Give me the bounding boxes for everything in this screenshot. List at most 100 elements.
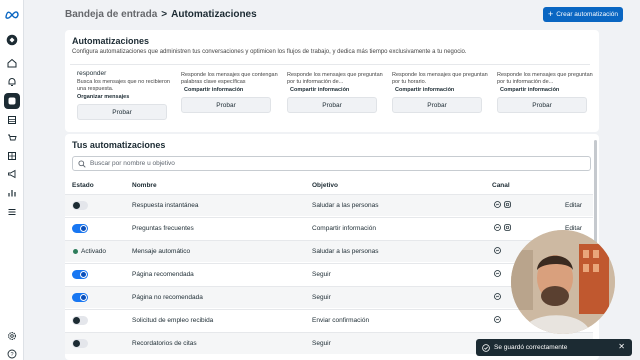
toast-message: Se guardó correctamente <box>494 344 568 351</box>
search-input[interactable]: Buscar por nombre u objetivo <box>72 156 591 171</box>
automation-goal: Saludar a las personas <box>312 202 379 209</box>
template-tag: Compartir información <box>184 87 244 93</box>
column-estado: Estado <box>72 182 94 189</box>
column-objetivo: Objetivo <box>312 182 339 189</box>
active-status-dot <box>73 249 78 254</box>
template-description: Responde los mensajes que preguntan por … <box>497 72 593 85</box>
search-placeholder: Buscar por nombre u objetivo <box>90 160 175 167</box>
table-row[interactable]: Respuesta instantánea Saludar a las pers… <box>65 194 593 216</box>
instagram-icon <box>504 224 511 231</box>
channels <box>494 247 501 254</box>
your-automations-card: Tus automatizaciones Buscar por nombre u… <box>65 134 599 360</box>
create-automation-label: Crear automatización <box>556 11 619 18</box>
channels <box>494 293 501 300</box>
menu-icon[interactable] <box>4 204 20 220</box>
inbox-icon[interactable] <box>4 93 20 109</box>
template-card[interactable]: Responde los mensajes que contengan pala… <box>181 70 279 113</box>
status-toggle[interactable] <box>72 316 88 325</box>
check-circle-icon <box>482 343 490 352</box>
channels <box>494 224 511 231</box>
help-icon[interactable]: ? <box>4 346 20 360</box>
table-header: Estado Nombre Objetivo Canal <box>65 182 599 194</box>
messenger-icon <box>494 270 501 277</box>
status-toggle[interactable] <box>72 339 88 348</box>
top-bar: Bandeja de entrada > Automatizaciones + Cr… <box>24 0 640 30</box>
ads-megaphone-icon[interactable] <box>4 166 20 182</box>
page-title: Automatizaciones <box>171 9 257 20</box>
breadcrumb-parent[interactable]: Bandeja de entrada <box>65 9 157 20</box>
svg-text:?: ? <box>10 352 13 358</box>
template-tag: Compartir información <box>290 87 350 93</box>
plus-icon: + <box>547 9 554 19</box>
template-description: Responde los mensajes que preguntan por … <box>392 72 488 85</box>
channels <box>494 270 501 277</box>
breadcrumb: Bandeja de entrada > Automatizaciones <box>65 9 257 20</box>
home-icon[interactable] <box>4 55 20 71</box>
meta-business-icon[interactable] <box>4 32 20 48</box>
try-button[interactable]: Probar <box>392 97 482 113</box>
status-toggle[interactable] <box>72 270 88 279</box>
edit-link[interactable]: Editar <box>565 202 582 209</box>
automations-title: Tus automatizaciones <box>72 140 166 150</box>
posts-icon[interactable] <box>4 112 20 128</box>
webcam-overlay <box>511 230 615 334</box>
grid-icon[interactable] <box>4 148 20 164</box>
status-toggle[interactable] <box>72 201 88 210</box>
template-name: responder <box>77 70 107 77</box>
automation-goal: Enviar confirmación <box>312 317 370 324</box>
success-toast: Se guardó correctamente ✕ <box>476 339 632 356</box>
cart-icon[interactable] <box>4 130 20 146</box>
column-canal: Canal <box>492 182 510 189</box>
automation-goal: Seguir <box>312 340 331 347</box>
automation-goal: Seguir <box>312 271 331 278</box>
automation-goal: Compartir información <box>312 225 376 232</box>
try-button[interactable]: Probar <box>181 97 271 113</box>
template-card[interactable]: Responde los mensajes que preguntan por … <box>287 70 385 113</box>
channels <box>494 316 501 323</box>
table-row[interactable]: Activado Mensaje automático Saludar a la… <box>65 240 593 262</box>
close-icon[interactable]: ✕ <box>618 342 625 351</box>
try-button[interactable]: Probar <box>497 97 587 113</box>
messenger-icon <box>494 201 501 208</box>
template-tag: Organizar mensajes <box>77 94 130 100</box>
template-tag: Compartir información <box>500 87 560 93</box>
template-description: Responde los mensajes que contengan pala… <box>181 72 278 85</box>
breadcrumb-separator: > <box>161 9 168 20</box>
automation-templates-card: Automatizaciones Configura automatizacio… <box>65 30 599 132</box>
template-tag: Compartir información <box>395 87 455 93</box>
meta-logo-icon[interactable] <box>4 6 20 22</box>
automation-name: Recordatorios de citas <box>132 340 197 347</box>
templates-carousel[interactable]: responder Busca los mensajes que no reci… <box>70 64 593 120</box>
create-automation-button[interactable]: + Crear automatización <box>543 7 623 22</box>
messenger-icon <box>494 224 501 231</box>
template-description: Busca los mensajes que no recibieron una… <box>77 79 170 92</box>
template-card[interactable]: responder Busca los mensajes que no reci… <box>77 70 175 120</box>
automation-name: Preguntas frecuentes <box>132 225 194 232</box>
automation-name: Página recomendada <box>132 271 194 278</box>
messenger-icon <box>494 293 501 300</box>
left-nav-rail: ? <box>0 0 24 360</box>
automation-name: Respuesta instantánea <box>132 202 199 209</box>
status-toggle[interactable] <box>72 293 88 302</box>
template-card[interactable]: Responde los mensajes que preguntan por … <box>392 70 490 113</box>
automation-name: Mensaje automático <box>132 248 191 255</box>
table-row[interactable]: Solicitud de empleo recibida Enviar conf… <box>65 309 593 331</box>
column-nombre: Nombre <box>132 182 157 189</box>
notifications-icon[interactable] <box>4 74 20 90</box>
template-card[interactable]: Responde los mensajes que preguntan por … <box>497 70 595 113</box>
status-label: Activado <box>81 248 106 255</box>
table-row[interactable]: Preguntas frecuentes Compartir informaci… <box>65 217 593 239</box>
settings-gear-icon[interactable] <box>4 328 20 344</box>
templates-description: Configura automatizaciones que administr… <box>72 49 467 55</box>
automation-name: Página no recomendada <box>132 294 203 301</box>
messenger-icon <box>494 247 501 254</box>
status-toggle[interactable] <box>72 224 88 233</box>
search-icon <box>78 159 86 168</box>
template-description: Responde los mensajes que preguntan por … <box>287 72 383 85</box>
automation-goal: Seguir <box>312 294 331 301</box>
try-button[interactable]: Probar <box>287 97 377 113</box>
channels <box>494 201 511 208</box>
insights-icon[interactable] <box>4 185 20 201</box>
automation-goal: Saludar a las personas <box>312 248 379 255</box>
try-button[interactable]: Probar <box>77 104 167 120</box>
